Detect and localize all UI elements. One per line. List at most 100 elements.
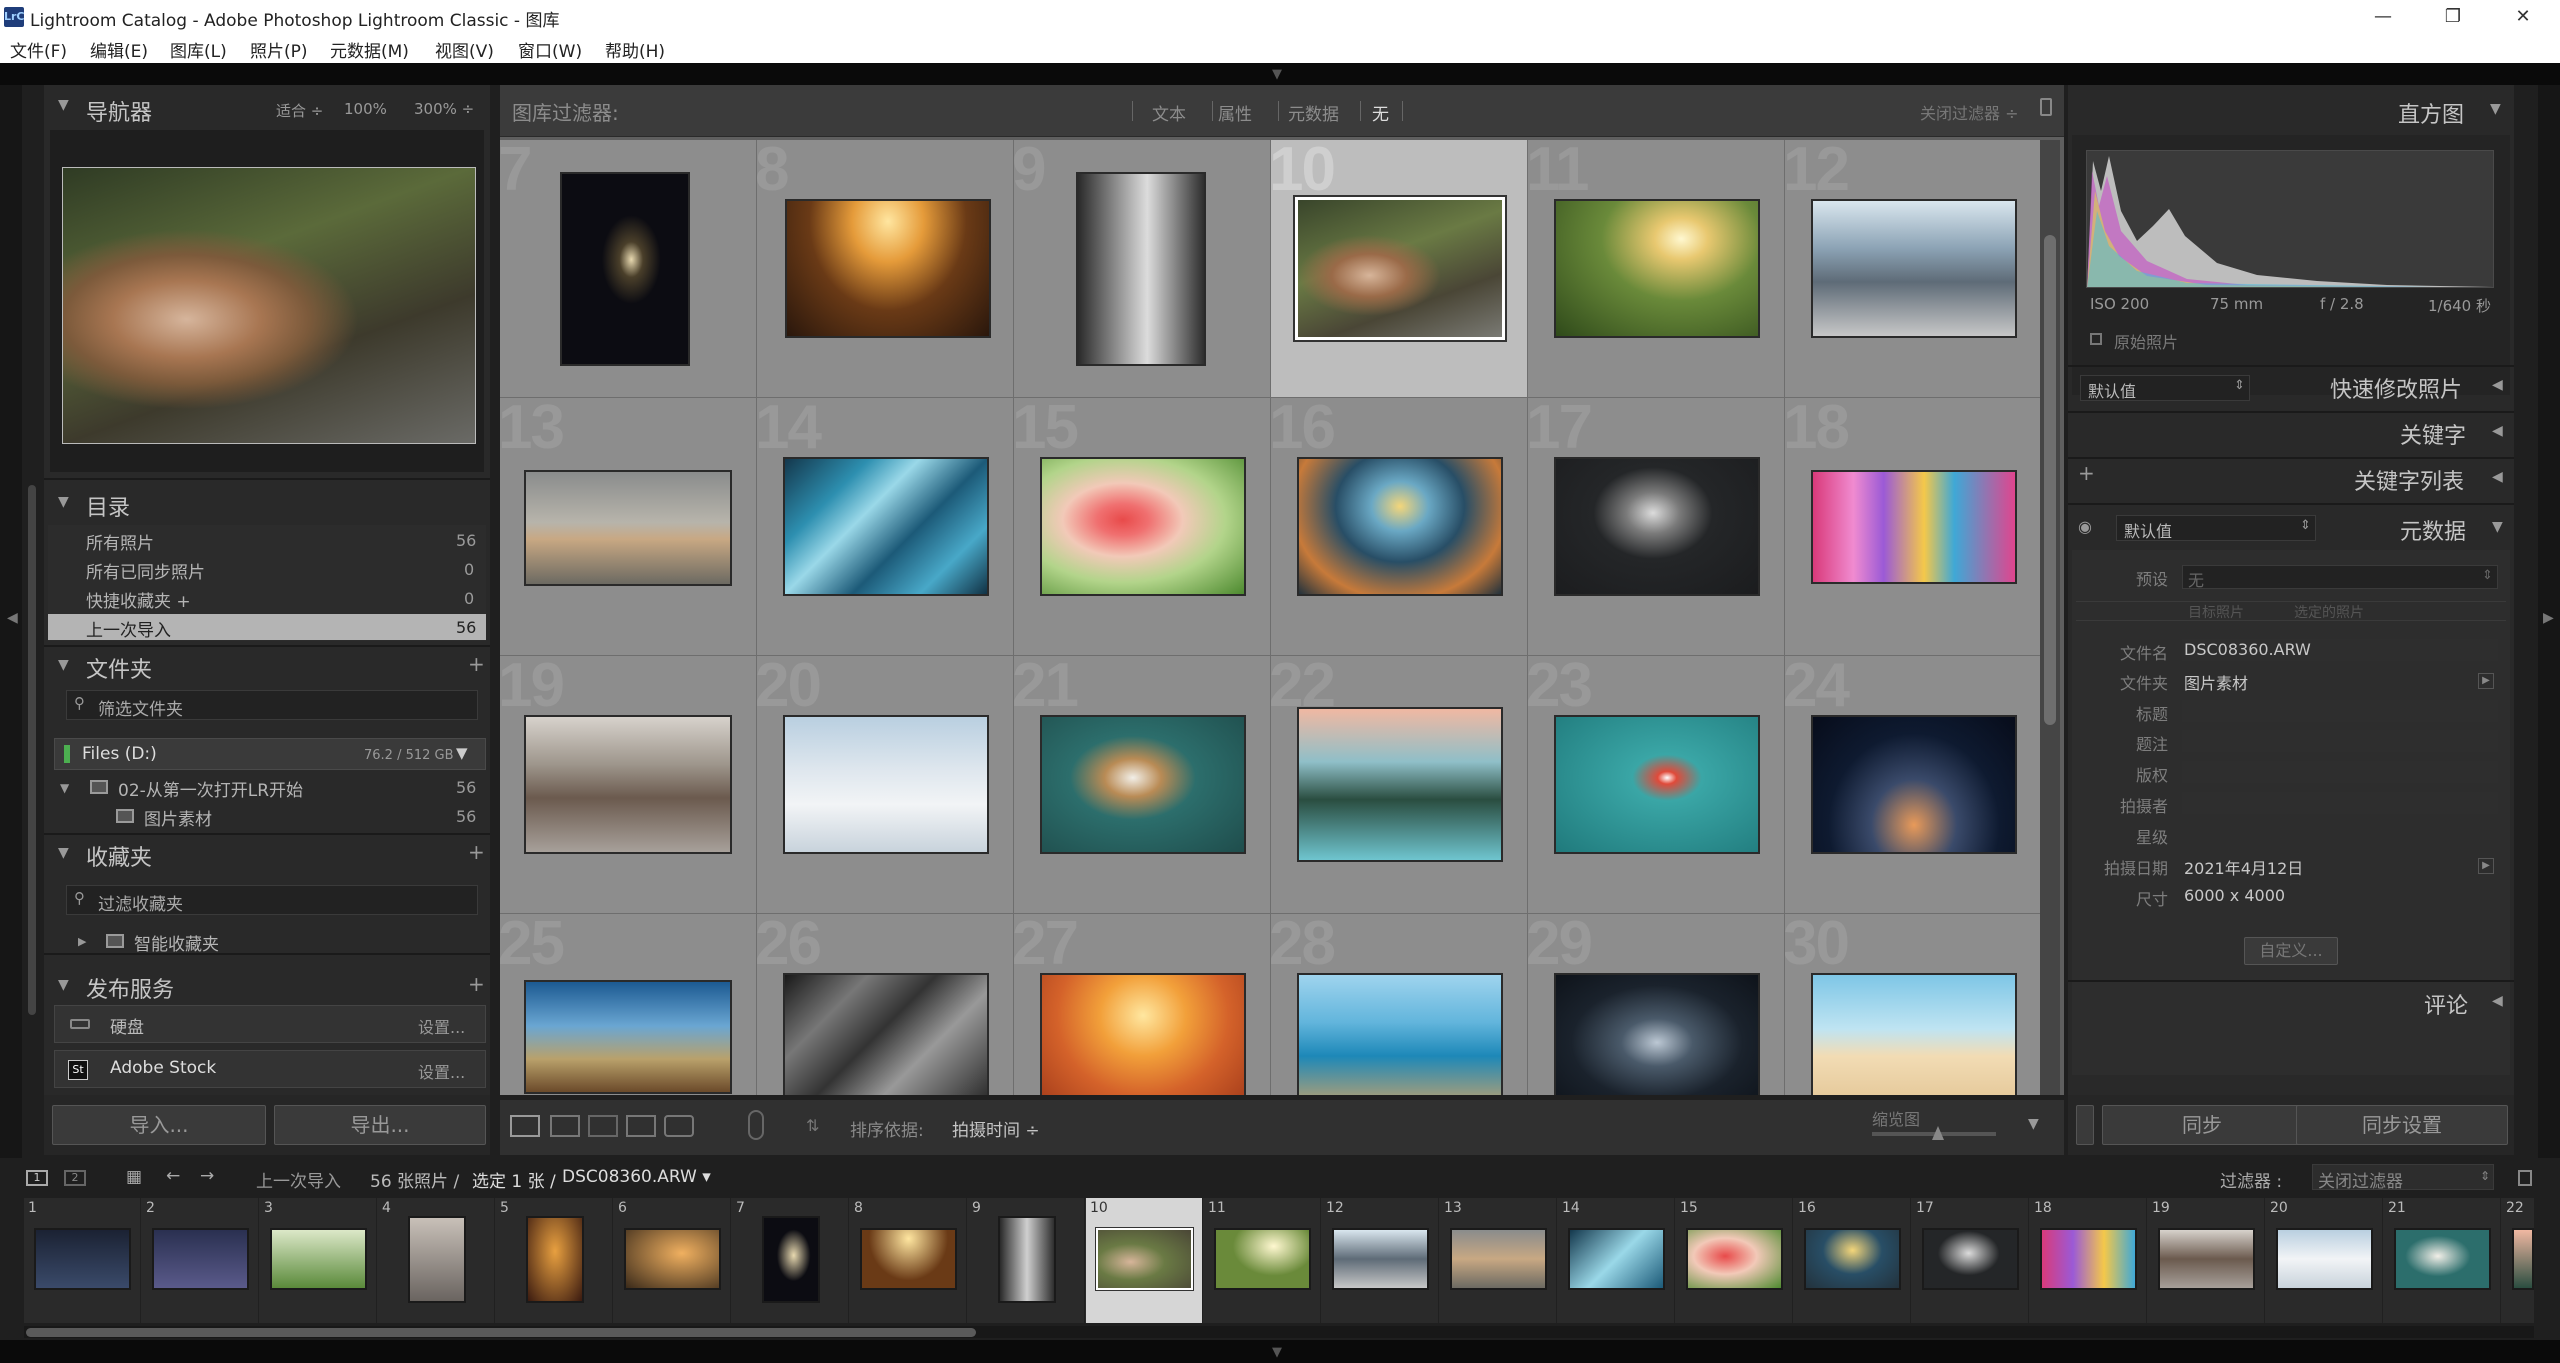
menu-view[interactable]: 视图(V) [435, 37, 494, 62]
filter-attribute-tab[interactable]: 属性 [1218, 100, 1252, 125]
menu-library[interactable]: 图库(L) [170, 37, 227, 62]
filmstrip-cell[interactable]: 16 [1794, 1198, 1911, 1323]
catalog-all-photos[interactable]: 所有照片 [86, 529, 154, 554]
grid-cell-selected[interactable]: 10 [1271, 140, 1528, 398]
photo-thumbnail[interactable] [1811, 470, 2017, 584]
catalog-quick-collection[interactable]: 快捷收藏夹 + [86, 587, 191, 612]
collections-title[interactable]: 收藏夹 [86, 840, 152, 872]
compare-view-icon[interactable] [588, 1115, 618, 1137]
add-folder-icon[interactable]: + [468, 652, 485, 676]
menu-edit[interactable]: 编辑(E) [90, 37, 148, 62]
filmstrip-thumbnail[interactable] [2158, 1228, 2255, 1290]
sort-direction-icon[interactable]: ⇅ [806, 1116, 819, 1135]
zoom-100[interactable]: 100% [344, 100, 387, 118]
menu-photo[interactable]: 照片(P) [250, 37, 308, 62]
minimize-icon[interactable]: — [2350, 0, 2416, 33]
filmstrip-thumbnail[interactable] [408, 1216, 466, 1303]
photo-thumbnail[interactable] [783, 457, 989, 596]
collapse-triangle-icon[interactable]: ◀ [2492, 423, 2503, 439]
toolbar-menu-icon[interactable]: ▼ [2028, 1116, 2039, 1132]
filmstrip-scrollbar[interactable] [24, 1326, 2534, 1338]
scrollbar-thumb[interactable] [2044, 235, 2056, 725]
publish-settings-link[interactable]: 设置... [418, 1014, 465, 1038]
grid-cell[interactable]: 30 [1785, 914, 2040, 1095]
grid-cell[interactable]: 15 [1014, 398, 1271, 656]
navigator-preview-image[interactable] [62, 167, 476, 444]
copyright-field[interactable] [2182, 761, 2498, 783]
secondary-window-button[interactable]: 2 [64, 1170, 86, 1186]
photo-thumbnail[interactable] [1811, 973, 2017, 1095]
lock-icon[interactable] [2040, 98, 2052, 116]
filter-metadata-tab[interactable]: 元数据 [1288, 100, 1339, 125]
collapse-triangle-icon[interactable]: ▼ [2490, 101, 2501, 117]
comments-title[interactable]: 评论 [2424, 988, 2468, 1020]
photo-thumbnail[interactable] [783, 715, 989, 854]
filmstrip-cell[interactable]: 20 [2266, 1198, 2383, 1323]
filmstrip-thumbnail[interactable] [2276, 1228, 2373, 1290]
close-icon[interactable]: ✕ [2490, 0, 2556, 33]
photo-thumbnail[interactable] [1554, 457, 1760, 596]
filmstrip-cell[interactable]: 6 [614, 1198, 731, 1323]
filmstrip-cell[interactable]: 22 [2502, 1198, 2534, 1323]
filmstrip-thumbnail[interactable] [34, 1228, 131, 1290]
filmstrip-thumbnail[interactable] [526, 1216, 584, 1303]
grid-cell[interactable]: 13 [500, 398, 757, 656]
filmstrip-thumbnail[interactable] [270, 1228, 367, 1290]
filmstrip-thumbnail[interactable] [624, 1228, 721, 1290]
menu-metadata[interactable]: 元数据(M) [330, 37, 409, 62]
filmstrip-cell[interactable]: 15 [1676, 1198, 1793, 1323]
folders-title[interactable]: 文件夹 [86, 652, 152, 684]
collapse-triangle-icon[interactable]: ◀ [2492, 469, 2503, 485]
collapse-triangle-icon[interactable]: ▼ [58, 657, 69, 673]
filmstrip-cell[interactable]: 8 [850, 1198, 967, 1323]
add-collection-icon[interactable]: + [468, 840, 485, 864]
grid-cell[interactable]: 28 [1271, 914, 1528, 1095]
photo-thumbnail[interactable] [1554, 973, 1760, 1095]
add-keyword-icon[interactable]: + [2078, 461, 2095, 485]
metadata-preset-field[interactable] [2182, 565, 2498, 589]
filmstrip-filename[interactable]: DSC08360.ARW ▾ [562, 1167, 711, 1187]
collapse-triangle-icon[interactable]: ◀ [2492, 377, 2503, 393]
filmstrip-cell[interactable]: 4 [378, 1198, 495, 1323]
photo-thumbnail[interactable] [1076, 172, 1206, 366]
back-arrow-icon[interactable]: ← [166, 1166, 180, 1186]
filmstrip-cell[interactable]: 19 [2148, 1198, 2265, 1323]
collapse-triangle-icon[interactable]: ◀ [2492, 993, 2503, 1009]
filmstrip-thumbnail[interactable] [1804, 1228, 1901, 1290]
filmstrip-thumbnail[interactable] [1922, 1228, 2019, 1290]
photo-thumbnail[interactable] [1554, 715, 1760, 854]
original-photo-checkbox[interactable] [2090, 333, 2102, 345]
left-panel-toggle[interactable]: ◀ [0, 85, 22, 1170]
filmstrip-thumbnail[interactable] [1686, 1228, 1783, 1290]
navigator-title[interactable]: 导航器 [86, 95, 152, 127]
collapse-triangle-icon[interactable]: ▼ [58, 97, 69, 113]
photo-thumbnail[interactable] [1297, 973, 1503, 1095]
grid-cell[interactable]: 11 [1528, 140, 1785, 398]
filmstrip-thumbnail[interactable] [2512, 1228, 2534, 1290]
export-button[interactable]: 导出... [274, 1105, 486, 1145]
filmstrip-cell[interactable]: 13 [1440, 1198, 1557, 1323]
histogram-graph[interactable] [2086, 150, 2494, 288]
photo-thumbnail[interactable] [1554, 199, 1760, 338]
scrollbar-thumb[interactable] [26, 1328, 976, 1337]
filmstrip-thumbnail[interactable] [152, 1228, 249, 1290]
collapse-triangle-icon[interactable]: ▼ [58, 845, 69, 861]
photo-thumbnail[interactable] [524, 980, 732, 1094]
title-field[interactable] [2182, 700, 2498, 722]
filmstrip-cell[interactable]: 2 [142, 1198, 259, 1323]
filmstrip-thumbnail[interactable] [2394, 1228, 2491, 1290]
filmstrip-cell[interactable]: 11 [1204, 1198, 1321, 1323]
grid-cell[interactable]: 23 [1528, 656, 1785, 914]
filmstrip-cell[interactable]: 17 [1912, 1198, 2029, 1323]
filmstrip-thumbnail[interactable] [762, 1216, 820, 1303]
grid-scrollbar[interactable] [2040, 140, 2060, 1095]
grid-cell[interactable]: 12 [1785, 140, 2040, 398]
grid-cell[interactable]: 27 [1014, 914, 1271, 1095]
maximize-icon[interactable]: ❐ [2420, 0, 2486, 33]
expand-triangle-icon[interactable]: ▶ [78, 935, 86, 948]
folder-item[interactable]: 图片素材 [144, 805, 212, 830]
metadata-title[interactable]: 元数据 [2400, 514, 2466, 546]
filmstrip-cell[interactable]: 7 [732, 1198, 849, 1323]
grid-cell[interactable]: 25 [500, 914, 757, 1095]
photo-thumbnail[interactable] [524, 470, 732, 586]
